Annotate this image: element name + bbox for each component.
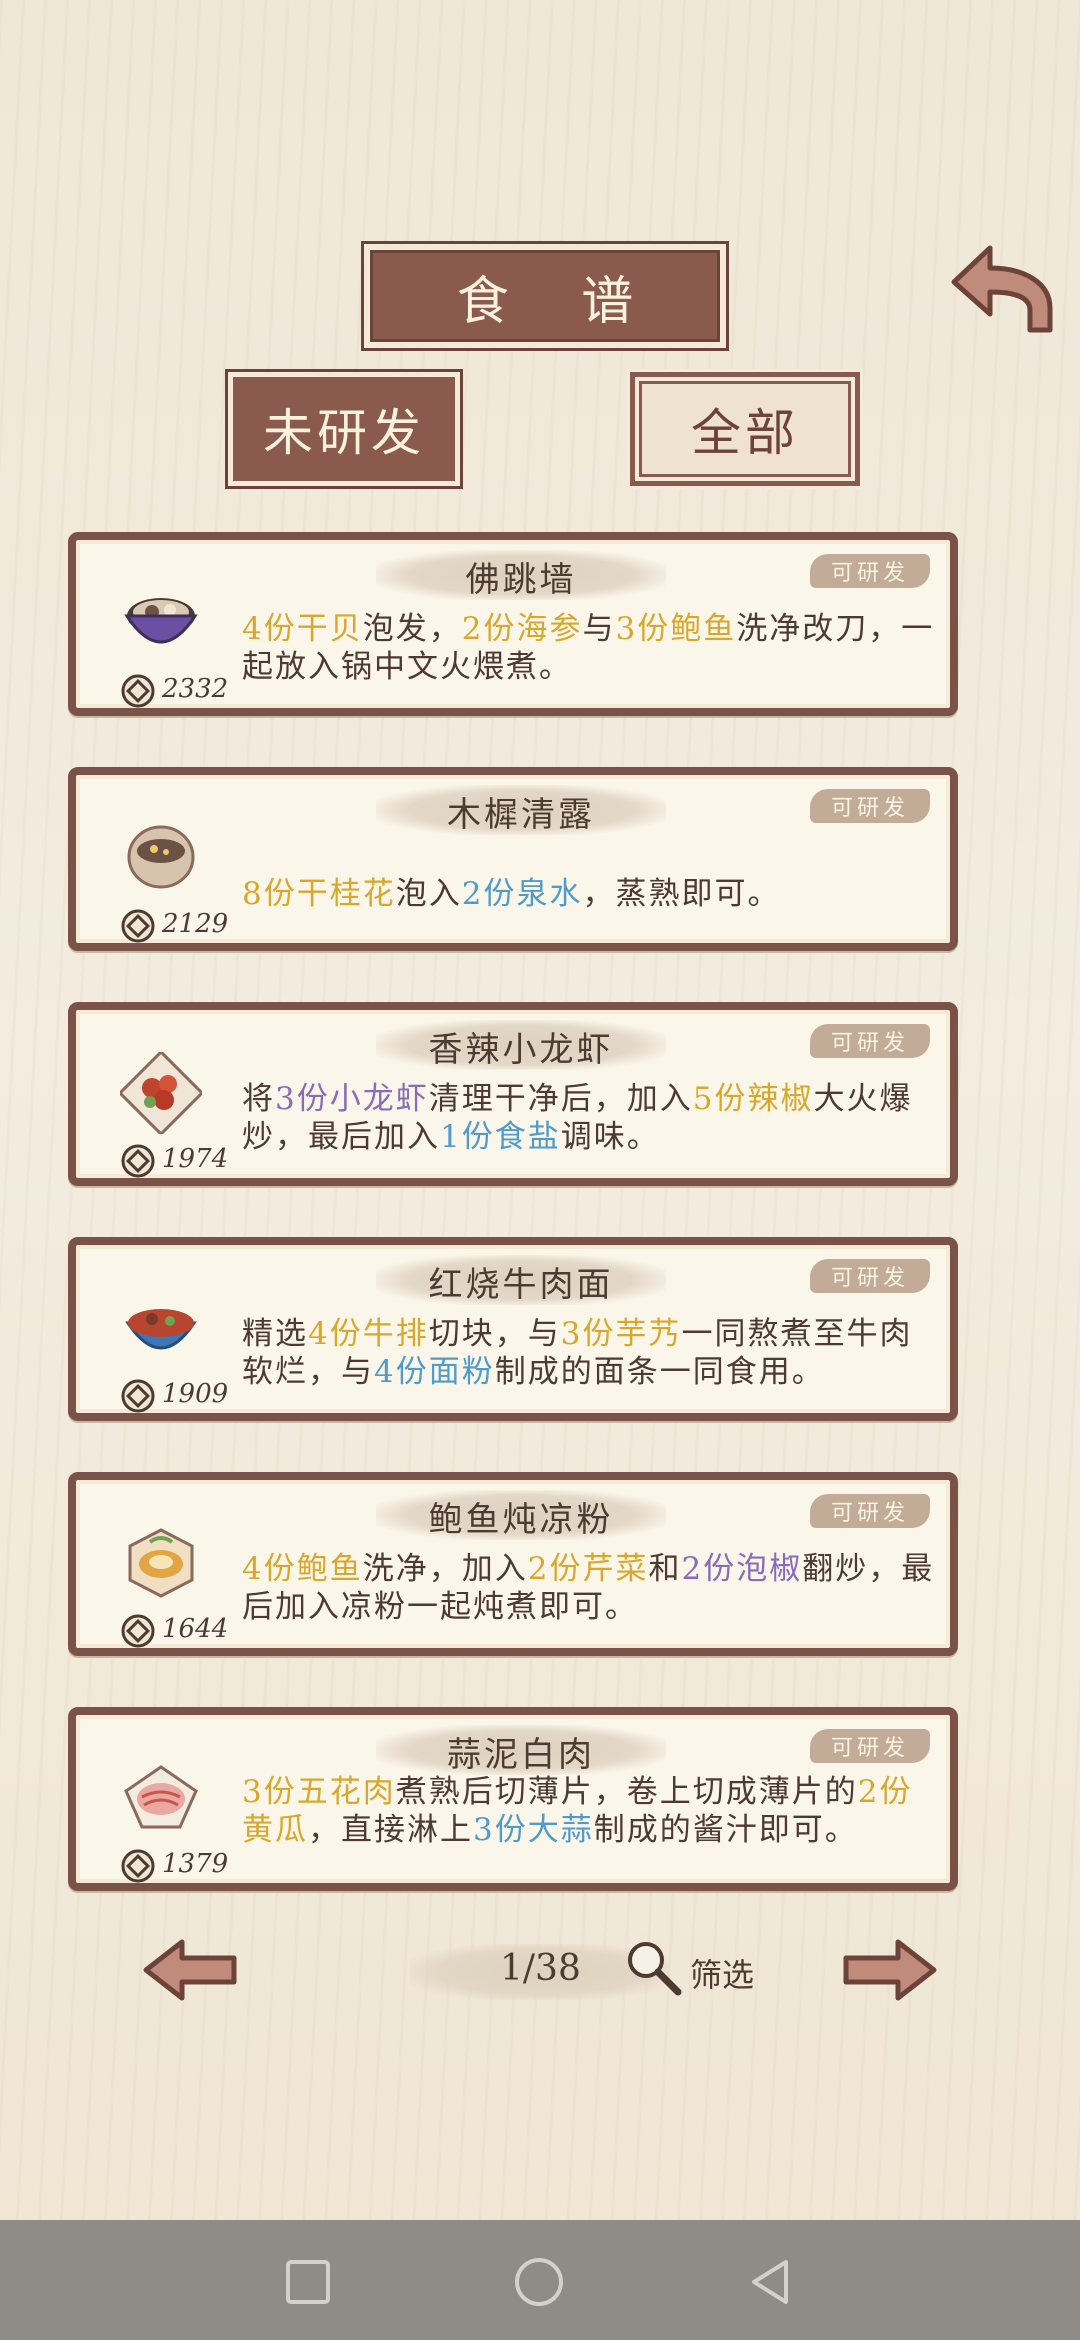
recipe-name: 红烧牛肉面 <box>428 1265 614 1305</box>
recipe-description: 4份干贝泡发，2份海参与3份鲍鱼洗净改刀，一起放入锅中文火煨煮。 <box>242 611 935 685</box>
recents-square-icon[interactable] <box>282 2256 334 2308</box>
dish-icon <box>120 1052 202 1134</box>
page-indicator: 1/38 <box>500 1948 581 1989</box>
dish-icon <box>127 825 195 889</box>
recipe-card[interactable]: 佛跳墙 可研发 2332 4份干贝泡发，2份海参与3份鲍鱼洗净改刀，一起放入锅中… <box>68 532 958 716</box>
recipe-name: 鲍鱼炖凉粉 <box>428 1500 614 1540</box>
tab-undeveloped[interactable]: 未研发 <box>225 369 463 489</box>
back-arrow-icon[interactable] <box>946 238 1056 338</box>
recipe-description: 将3份小龙虾清理干净后，加入5份辣椒大火爆炒，最后加入1份食盐调味。 <box>242 1081 913 1155</box>
dish-icon <box>124 1765 198 1829</box>
recipe-card[interactable]: 红烧牛肉面 可研发 1909 精选4份牛排切块，与3份芋艿一同熬煮至牛肉软烂，与… <box>68 1237 958 1421</box>
recipe-description: 4份鲍鱼洗净，加入2份芹菜和2份泡椒翻炒，最后加入凉粉一起炖煮即可。 <box>242 1551 935 1625</box>
recipe-description: 精选4份牛排切块，与3份芋艿一同熬煮至牛肉软烂，与4份面粉制成的面条一同食用。 <box>242 1316 913 1390</box>
dish-icon <box>128 1528 194 1598</box>
recipe-name: 香辣小龙虾 <box>428 1030 614 1070</box>
coin-icon <box>121 1379 155 1413</box>
coin-icon <box>121 1849 155 1883</box>
recipe-price: 1644 <box>162 1614 229 1644</box>
back-triangle-icon[interactable] <box>744 2256 796 2308</box>
develop-badge[interactable]: 可研发 <box>810 1494 930 1528</box>
recipe-card[interactable]: 木樨清露 可研发 2129 8份干桂花泡入2份泉水，蒸熟即可。 <box>68 767 958 951</box>
recipe-description: 3份五花肉煮熟后切薄片，卷上切成薄片的2份黄瓜，直接淋上3份大蒜制成的酱汁即可。 <box>242 1774 913 1848</box>
recipe-price: 2332 <box>162 674 229 704</box>
recipe-price: 1909 <box>162 1379 229 1409</box>
coin-icon <box>121 1614 155 1648</box>
recipe-price: 2129 <box>162 909 229 939</box>
filter-button[interactable]: 筛选 <box>690 1950 754 1996</box>
develop-badge[interactable]: 可研发 <box>810 789 930 823</box>
coin-icon <box>121 909 155 943</box>
recipe-name: 木樨清露 <box>447 795 595 835</box>
next-page-arrow-icon[interactable] <box>842 1938 938 2002</box>
coin-icon <box>121 1144 155 1178</box>
recipe-name: 蒜泥白肉 <box>447 1735 595 1775</box>
recipe-description: 8份干桂花泡入2份泉水，蒸熟即可。 <box>242 876 781 912</box>
dish-icon <box>125 1309 197 1350</box>
page-title: 食 谱 <box>361 241 729 351</box>
develop-badge[interactable]: 可研发 <box>810 1024 930 1058</box>
recipe-name: 佛跳墙 <box>465 560 577 600</box>
recipe-price: 1379 <box>162 1849 229 1879</box>
tab-all[interactable]: 全部 <box>627 369 863 489</box>
develop-badge[interactable]: 可研发 <box>810 1729 930 1763</box>
magnifier-icon[interactable] <box>622 1936 684 1998</box>
recipe-card[interactable]: 蒜泥白肉 可研发 1379 3份五花肉煮熟后切薄片，卷上切成薄片的2份黄瓜，直接… <box>68 1707 958 1891</box>
prev-page-arrow-icon[interactable] <box>142 1938 238 2002</box>
recipe-card[interactable]: 鲍鱼炖凉粉 可研发 1644 4份鲍鱼洗净，加入2份芹菜和2份泡椒翻炒，最后加入… <box>68 1472 958 1656</box>
recipe-price: 1974 <box>162 1144 229 1174</box>
coin-icon <box>121 674 155 708</box>
home-circle-icon[interactable] <box>513 2256 565 2308</box>
recipe-card[interactable]: 香辣小龙虾 可研发 1974 将3份小龙虾清理干净后，加入5份辣椒大火爆炒，最后… <box>68 1002 958 1186</box>
develop-badge[interactable]: 可研发 <box>810 1259 930 1293</box>
dish-icon <box>124 598 198 644</box>
develop-badge[interactable]: 可研发 <box>810 554 930 588</box>
